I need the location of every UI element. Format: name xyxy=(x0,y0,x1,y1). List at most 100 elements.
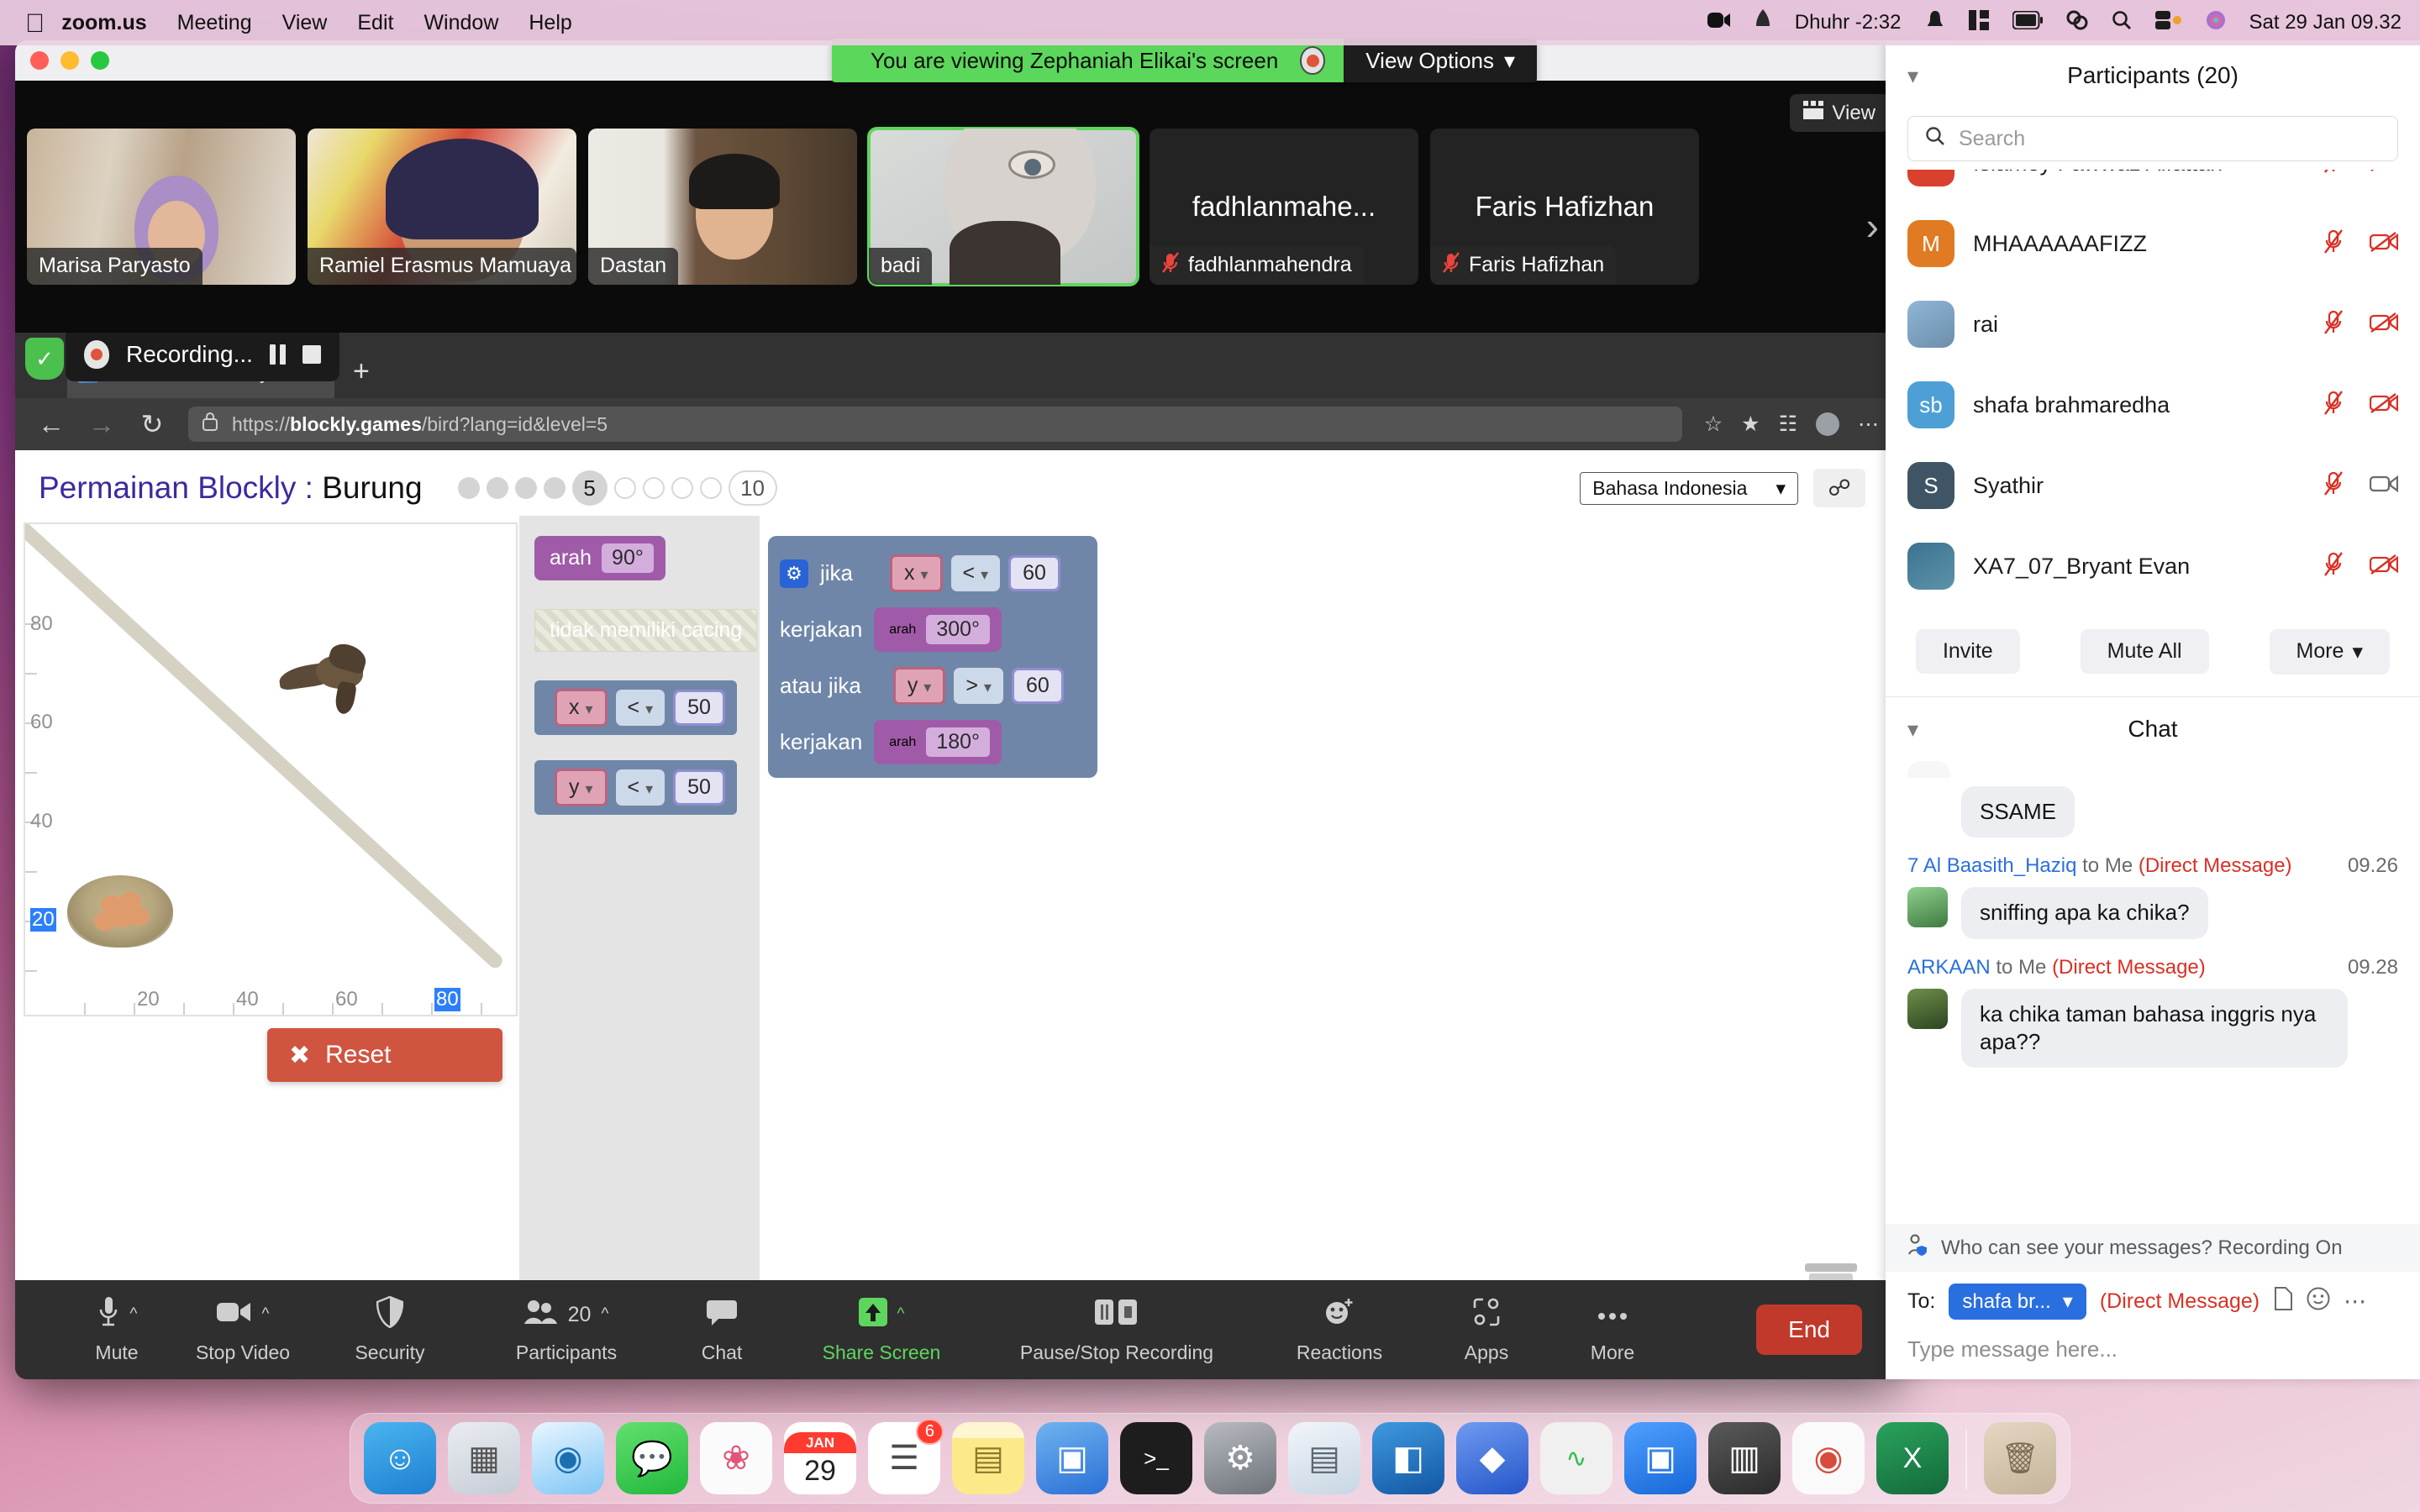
recording-indicator[interactable]: Recording... xyxy=(66,333,339,381)
mic-off-icon[interactable] xyxy=(2323,470,2344,501)
filmstrip-next-arrow-icon[interactable]: › xyxy=(1866,207,1879,245)
dock-item-activity-monitor[interactable]: ∿ xyxy=(1540,1422,1612,1494)
blockly-toolbox[interactable]: arah 90° tidak memiliki cacing x ▾ < ▾ 5… xyxy=(519,516,760,1337)
level-dot-1[interactable] xyxy=(457,477,480,499)
stop-recording-icon[interactable] xyxy=(302,345,321,364)
mic-off-icon[interactable] xyxy=(2323,551,2344,581)
notification-center-icon[interactable] xyxy=(2154,10,2182,36)
reload-icon[interactable]: ↻ xyxy=(138,408,166,440)
mute-all-button[interactable]: Mute All xyxy=(2080,629,2209,674)
chat-message-input[interactable]: Type message here... xyxy=(1886,1331,2420,1379)
camera-off-icon[interactable] xyxy=(2369,554,2399,580)
chevron-up-icon[interactable]: ^ xyxy=(897,1305,905,1324)
chat-message-list[interactable]: SSAME 09.26 7 Al Baasith_Haziq to Me (Di… xyxy=(1886,761,2420,1224)
toolbar-stop-video-button[interactable]: ^ Stop Video xyxy=(180,1295,306,1364)
share-link-button[interactable]: ☍ xyxy=(1813,469,1865,507)
level-dot-3[interactable] xyxy=(514,477,537,499)
toolbar-pause-stop-recording-button[interactable]: Pause/Stop Recording xyxy=(978,1295,1255,1364)
emoji-icon[interactable] xyxy=(2307,1287,2330,1316)
level-selector[interactable]: 5 10 xyxy=(457,470,777,506)
search-icon[interactable] xyxy=(2112,10,2132,36)
url-input[interactable]: https://blockly.games/bird?lang=id&level… xyxy=(188,407,1682,442)
browser-more-icon[interactable]: ⋯ xyxy=(1858,412,1879,437)
screen-recording-icon[interactable] xyxy=(1706,10,1731,36)
participant-row[interactable]: XA7_07_Bryant Evan xyxy=(1886,526,2420,606)
video-tile-badi[interactable]: badi xyxy=(867,127,1139,286)
video-tile-marisa[interactable]: Marisa Paryasto xyxy=(27,129,296,285)
dock-item-zoom[interactable]: ▣ xyxy=(1624,1422,1697,1494)
toolbar-chat-button[interactable]: Chat xyxy=(659,1295,785,1364)
video-tile-fadhlanmahendra[interactable]: fadhlanmahe... fadhlanmahendra xyxy=(1150,129,1418,285)
window-traffic-lights[interactable] xyxy=(15,51,109,70)
dock-item-safari[interactable]: ◉ xyxy=(532,1422,604,1494)
attach-file-icon[interactable] xyxy=(2273,1287,2293,1316)
chevron-up-icon[interactable]: ^ xyxy=(130,1305,138,1324)
toolbar-mute-button[interactable]: ^ Mute xyxy=(54,1295,180,1364)
participant-row[interactable]: S Syathir xyxy=(1886,445,2420,526)
profile-avatar[interactable] xyxy=(1816,412,1839,436)
dock-item-notes[interactable]: ▤ xyxy=(952,1422,1024,1494)
chat-sender[interactable]: 7 Al Baasith_Haziq xyxy=(1907,854,2076,877)
prayer-time-label[interactable]: Dhuhr -2:32 xyxy=(1795,11,1902,34)
add-favorite-icon[interactable]: ☆ xyxy=(1704,412,1723,437)
level-dot-6[interactable] xyxy=(613,477,636,499)
dock-item-photos[interactable]: ❀ xyxy=(700,1422,772,1494)
apple-logo-icon[interactable]:  xyxy=(25,10,45,36)
dock-item-messages[interactable]: 💬 xyxy=(616,1422,688,1494)
video-tile-dastan[interactable]: Dastan xyxy=(588,129,857,285)
mic-off-icon[interactable] xyxy=(2323,309,2344,339)
minimize-window-button[interactable] xyxy=(60,51,79,70)
participants-more-button[interactable]: More ▾ xyxy=(2269,628,2391,675)
dock-item-preview[interactable]: ▤ xyxy=(1288,1422,1360,1494)
camera-off-icon[interactable] xyxy=(2369,392,2399,418)
level-dot-10[interactable]: 10 xyxy=(728,470,777,506)
participants-list[interactable]: Islamey Fawwaz Alfattah M MHAAAAAAFIZZ xyxy=(1886,170,2420,606)
level-dot-8[interactable] xyxy=(671,477,693,499)
participant-row[interactable]: rai xyxy=(1886,284,2420,365)
who-can-see-messages-notice[interactable]: Who can see your messages? Recording On xyxy=(1886,1224,2420,1272)
block-field-angle[interactable]: 90° xyxy=(602,543,654,573)
dock-item-reminders[interactable]: ☰ 6 xyxy=(868,1419,944,1494)
workspace-condition-elseif[interactable]: y ▾ > ▾ 60 xyxy=(872,659,1076,713)
menubar-clock[interactable]: Sat 29 Jan 09.32 xyxy=(2249,11,2402,34)
back-icon[interactable]: ← xyxy=(37,409,66,440)
forward-icon[interactable]: → xyxy=(87,409,116,440)
dock-item-launchpad[interactable]: ▦ xyxy=(448,1422,520,1494)
dock-item-finder[interactable]: ☺ xyxy=(364,1422,436,1494)
toolbar-share-screen-button[interactable]: ^ Share Screen xyxy=(785,1295,978,1364)
language-select[interactable]: Bahasa Indonesia ▾ xyxy=(1580,471,1798,505)
chevron-up-icon[interactable]: ^ xyxy=(262,1305,270,1324)
toolbox-block-compare-x[interactable]: x ▾ < ▾ 50 xyxy=(534,680,760,735)
collapse-chat-icon[interactable]: ▾ xyxy=(1907,717,1918,743)
toolbar-security-button[interactable]: Security xyxy=(306,1295,474,1364)
prayer-times-icon[interactable] xyxy=(1754,8,1771,37)
view-layout-button[interactable]: View xyxy=(1790,94,1889,132)
chevron-up-icon[interactable]: ^ xyxy=(601,1305,608,1324)
mic-off-icon[interactable] xyxy=(2323,390,2344,420)
dock-item-chrome[interactable]: ◉ xyxy=(1792,1422,1865,1494)
toolbox-block-compare-y[interactable]: y ▾ < ▾ 50 xyxy=(534,760,760,815)
dock-item-camera-app[interactable]: ▥ xyxy=(1708,1422,1781,1494)
maximize-window-button[interactable] xyxy=(91,51,109,70)
dock-item-calendar[interactable]: JAN 29 xyxy=(784,1422,856,1494)
toolbar-reactions-button[interactable]: Reactions xyxy=(1255,1295,1423,1364)
toolbar-more-button[interactable]: More xyxy=(1549,1295,1676,1364)
control-center-icon[interactable] xyxy=(2066,10,2088,36)
workspace-turn-block-1[interactable]: arah 300° xyxy=(874,607,1002,652)
participant-row[interactable]: sb shafa brahmaredha xyxy=(1886,365,2420,445)
chat-recipient-dropdown[interactable]: shafa br... ▾ xyxy=(1949,1284,2086,1320)
gear-icon[interactable]: ⚙ xyxy=(780,559,808,588)
chat-more-icon[interactable]: ⋯ xyxy=(2344,1289,2366,1315)
level-dot-current[interactable]: 5 xyxy=(571,470,608,506)
toolbar-apps-button[interactable]: Apps xyxy=(1423,1295,1549,1364)
reset-button[interactable]: ✖ Reset xyxy=(267,1028,502,1082)
block-field-angle[interactable]: 180° xyxy=(926,727,991,757)
menu-item-window[interactable]: Window xyxy=(424,11,498,35)
level-dot-4[interactable] xyxy=(543,477,566,499)
new-tab-button[interactable]: + xyxy=(334,355,388,398)
level-dot-2[interactable] xyxy=(486,477,508,499)
level-dot-9[interactable] xyxy=(699,477,722,499)
level-dot-7[interactable] xyxy=(642,477,665,499)
collapse-participants-icon[interactable]: ▾ xyxy=(1907,63,1918,89)
workspace-condition-if[interactable]: x ▾ < ▾ 60 xyxy=(870,546,1072,601)
